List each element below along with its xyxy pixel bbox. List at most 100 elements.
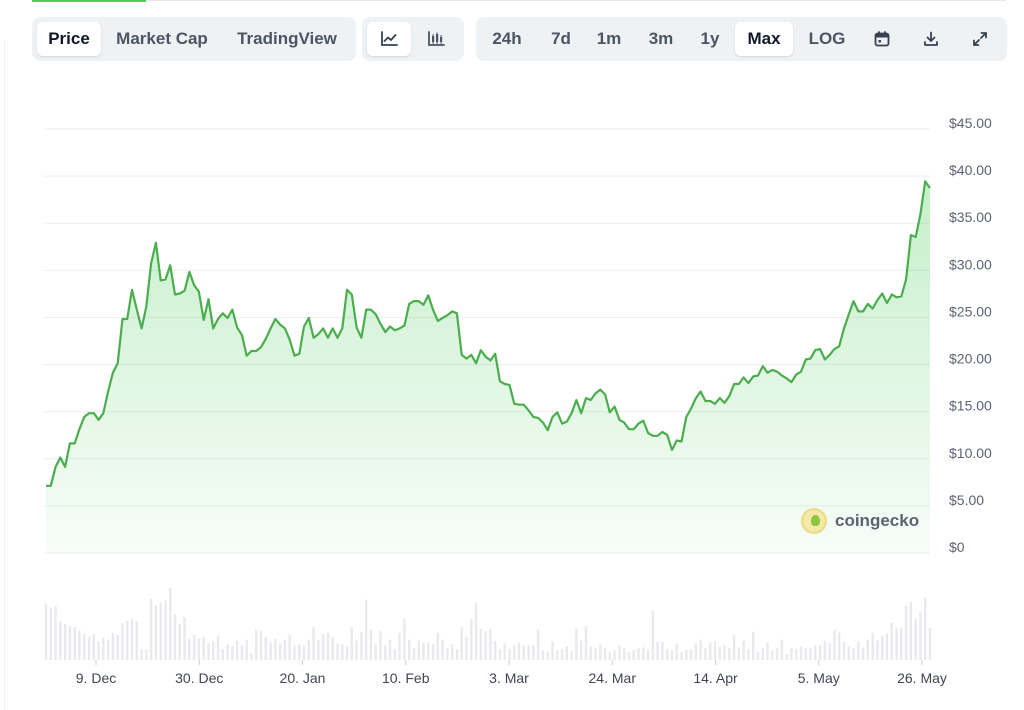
volume-bar (130, 619, 134, 660)
brand-name: coingecko (835, 511, 920, 530)
y-tick-label: $10.00 (949, 445, 992, 461)
volume-bar (135, 621, 138, 660)
volume-bar (627, 652, 631, 660)
volume-bar (818, 645, 822, 660)
volume-bar (288, 634, 291, 660)
volume-bar (97, 641, 100, 660)
volume-bar (804, 648, 807, 660)
volume-bar (527, 645, 530, 660)
volume-bar (637, 648, 640, 660)
volume-bar (651, 610, 655, 660)
volume-bar (216, 635, 220, 660)
x-tick-label: 10. Feb (382, 670, 430, 686)
volume-bar (145, 649, 148, 660)
volume-bar (245, 639, 248, 660)
volume-bar (283, 639, 287, 660)
coingecko-logo-icon (801, 508, 827, 534)
volume-bar (861, 647, 865, 660)
volume-bar (575, 628, 578, 660)
volume-bar (298, 644, 301, 660)
y-tick-label: $0 (949, 539, 965, 555)
volume-bar (833, 629, 836, 660)
volume-bar (360, 631, 363, 660)
volume-bar (584, 625, 588, 660)
volume-bar (149, 598, 153, 660)
volume-bar (102, 637, 105, 660)
volume-bar (331, 636, 334, 660)
volume-bar (484, 630, 487, 660)
volume-bar (909, 601, 913, 660)
volume-bar (876, 640, 879, 660)
volume-bar (240, 645, 244, 660)
volume-bar (87, 636, 91, 660)
price-chart[interactable]: $0 $5.00 $10.00 $15.00 $20.00 $25.00 $30.00 $35… (0, 0, 1024, 710)
volume-bar (775, 648, 779, 660)
volume-bar (536, 629, 540, 660)
x-tick-label: 3. Mar (489, 670, 529, 686)
volume-bar (708, 642, 712, 660)
volume-bar (78, 630, 81, 660)
volume-bar (599, 644, 602, 660)
y-tick-label: $35.00 (949, 209, 992, 225)
volume-bar (274, 638, 277, 660)
volume-bar (293, 645, 296, 660)
volume-bar (622, 648, 626, 660)
volume-bar (374, 644, 377, 660)
volume-bar (895, 627, 898, 660)
volume-bar (417, 640, 420, 660)
volume-bar (140, 649, 143, 660)
volume-bar (642, 647, 645, 660)
volume-bar (336, 643, 339, 660)
volume-bar (393, 649, 397, 660)
volume-bar (164, 600, 167, 660)
volume-bar (493, 641, 497, 660)
volume-bar (470, 619, 473, 660)
volume-bar (231, 646, 234, 660)
volume-bar (111, 632, 115, 660)
volume-bar (852, 648, 855, 660)
volume-bar (212, 641, 215, 660)
volume-bar (235, 640, 239, 660)
x-tick-label: 14. Apr (693, 670, 738, 686)
volume-bar (685, 649, 688, 660)
volume-bar (761, 648, 764, 660)
y-tick-label: $45.00 (949, 115, 992, 131)
volume-bar (546, 652, 549, 660)
volume-bar (780, 639, 784, 660)
volume-bar (173, 614, 177, 660)
y-tick-label: $15.00 (949, 398, 992, 414)
volume-bar (866, 639, 870, 660)
volume-bar (188, 638, 191, 660)
volume-bar (656, 641, 659, 660)
volume-bar (59, 621, 62, 660)
volume-bar (63, 624, 67, 660)
volume-bar (197, 638, 201, 660)
y-tick-label: $5.00 (949, 492, 984, 508)
volume-bar (752, 631, 755, 660)
volume-bar (799, 646, 803, 660)
volume-bar (881, 635, 884, 660)
volume-bar (441, 639, 444, 660)
volume-bar (312, 626, 315, 660)
volume-bar (560, 649, 564, 660)
volume-bar (388, 639, 392, 660)
volume-bar (498, 649, 502, 660)
volume-bar (904, 605, 908, 660)
volume-bar (106, 639, 110, 660)
volume-bar (489, 628, 492, 660)
volume-bar (900, 627, 903, 660)
volume-bar (914, 619, 917, 660)
volume-bar (589, 646, 592, 660)
volume-bar (517, 642, 521, 660)
volume-bar (446, 648, 449, 660)
volume-bar (183, 617, 186, 660)
volume-bar (737, 647, 741, 660)
volume-bar (121, 623, 124, 660)
volume-bar (44, 603, 48, 660)
volume-bar (713, 641, 717, 660)
x-tick-label: 30. Dec (175, 670, 223, 686)
x-tick-label: 26. May (897, 670, 947, 686)
volume-bar (207, 643, 210, 660)
volume-bar (355, 640, 358, 660)
volume-bar (503, 643, 506, 660)
